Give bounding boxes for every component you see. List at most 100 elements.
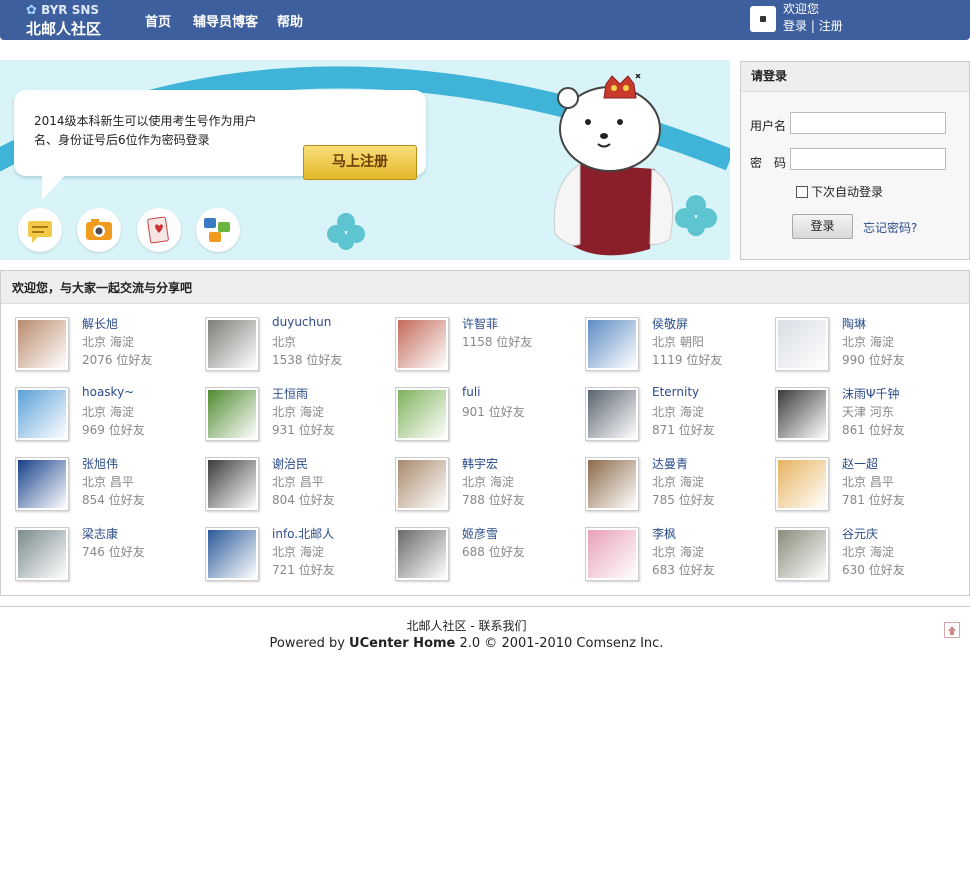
member-photo — [18, 390, 66, 438]
member-name-link[interactable]: 王恒雨 — [272, 385, 308, 402]
member-name-link[interactable]: info.北邮人 — [272, 525, 334, 542]
cards-icon[interactable] — [137, 208, 181, 252]
username-input[interactable] — [790, 112, 946, 134]
footer-divider — [0, 606, 970, 607]
forgot-password-link[interactable]: 忘记密码? — [863, 219, 917, 236]
member-name-link[interactable]: 谢治民 — [272, 455, 308, 472]
member-friend-count: 781 位好友 — [842, 493, 905, 507]
member-name-link[interactable]: 沫雨Ψ千钟 — [842, 385, 899, 402]
member-avatar[interactable] — [775, 457, 829, 511]
member-avatar[interactable] — [205, 527, 259, 581]
remember-me[interactable]: 下次自动登录 — [796, 183, 883, 200]
member-avatar[interactable] — [205, 317, 259, 371]
member-friend-count: 931 位好友 — [272, 423, 335, 437]
member-friend-count: 746 位好友 — [82, 545, 145, 559]
member-avatar[interactable] — [775, 387, 829, 441]
member-name-link[interactable]: 谷元庆 — [842, 525, 878, 542]
member-friend-count: 901 位好友 — [462, 405, 525, 419]
member-photo — [778, 460, 826, 508]
member-avatar[interactable] — [395, 457, 449, 511]
member-avatar[interactable] — [585, 457, 639, 511]
member-location: 北京 海淀 — [652, 475, 704, 489]
member-name-link[interactable]: 许智菲 — [462, 315, 498, 332]
member-avatar[interactable] — [205, 457, 259, 511]
member-photo — [208, 390, 256, 438]
member-name-link[interactable]: duyuchun — [272, 315, 331, 329]
member-name-link[interactable]: 韩宇宏 — [462, 455, 498, 472]
member-card: 许智菲 1158 位好友 — [395, 317, 575, 383]
member-card: duyuchun 北京 1538 位好友 — [205, 315, 385, 383]
member-avatar[interactable] — [585, 317, 639, 371]
member-avatar[interactable] — [775, 317, 829, 371]
member-name-link[interactable]: 陶琳 — [842, 315, 866, 332]
member-friend-count: 683 位好友 — [652, 563, 715, 577]
logo-bottom-text: 北邮人社区 — [26, 20, 102, 38]
member-friend-count: 721 位好友 — [272, 563, 335, 577]
camera-icon[interactable] — [77, 208, 121, 252]
login-button[interactable]: 登录 — [792, 214, 853, 239]
member-name-link[interactable]: 侯敬屏 — [652, 315, 688, 332]
promo-banner: 2014级本科新生可以使用考生号作为用户名、身份证号后6位作为密码登录 马上注册 — [0, 60, 730, 260]
login-title: 请登录 — [741, 62, 969, 92]
member-card: Eternity 北京 海淀 871 位好友 — [585, 385, 765, 453]
member-name-link[interactable]: 姬彦雪 — [462, 525, 498, 542]
member-name-link[interactable]: 达曼青 — [652, 455, 688, 472]
comment-icon[interactable] — [18, 208, 62, 252]
member-card: 姬彦雪 688 位好友 — [395, 527, 575, 593]
member-avatar[interactable] — [15, 527, 69, 581]
member-card: 达曼青 北京 海淀 785 位好友 — [585, 457, 765, 523]
member-avatar[interactable] — [15, 317, 69, 371]
member-avatar[interactable] — [205, 387, 259, 441]
member-avatar[interactable] — [395, 527, 449, 581]
nav-help[interactable]: 帮助 — [277, 11, 303, 30]
member-location: 北京 海淀 — [272, 405, 324, 419]
member-location: 北京 海淀 — [462, 475, 514, 489]
register-link[interactable]: 注册 — [819, 19, 843, 33]
member-name-link[interactable]: fuli — [462, 385, 481, 399]
member-name-link[interactable]: 赵一超 — [842, 455, 878, 472]
member-name-link[interactable]: 李枫 — [652, 525, 676, 542]
member-avatar[interactable] — [395, 387, 449, 441]
member-photo — [588, 530, 636, 578]
member-photo — [588, 390, 636, 438]
member-card: 谷元庆 北京 海淀 630 位好友 — [775, 527, 955, 593]
member-avatar[interactable] — [585, 527, 639, 581]
product-name[interactable]: UCenter Home — [349, 636, 455, 651]
member-name-link[interactable]: 解长旭 — [82, 315, 118, 332]
site-logo[interactable]: ✿ BYR SNS 北邮人社区 — [26, 3, 106, 38]
member-photo — [778, 320, 826, 368]
member-avatar[interactable] — [585, 387, 639, 441]
member-card: 李枫 北京 海淀 683 位好友 — [585, 527, 765, 593]
member-name-link[interactable]: 张旭伟 — [82, 455, 118, 472]
share-icon[interactable] — [196, 208, 240, 252]
nav-counselor-blog[interactable]: 辅导员博客 — [193, 11, 258, 30]
password-input[interactable] — [790, 148, 946, 170]
member-photo — [588, 320, 636, 368]
member-avatar[interactable] — [395, 317, 449, 371]
contact-us-link[interactable]: 联系我们 — [479, 619, 527, 633]
member-avatar[interactable] — [15, 387, 69, 441]
avatar[interactable] — [750, 6, 776, 32]
footer-links: 北邮人社区 - 联系我们 — [406, 619, 527, 633]
member-card: info.北邮人 北京 海淀 721 位好友 — [205, 527, 385, 593]
member-card: 解长旭 北京 海淀 2076 位好友 — [15, 317, 195, 383]
member-photo — [208, 530, 256, 578]
nav-home[interactable]: 首页 — [145, 11, 171, 30]
remember-checkbox[interactable] — [796, 186, 808, 198]
member-card: fuli 901 位好友 — [395, 385, 575, 453]
member-card: hoasky~ 北京 海淀 969 位好友 — [15, 385, 195, 453]
member-location: 北京 — [272, 335, 297, 349]
login-link[interactable]: 登录 — [783, 19, 807, 33]
back-to-top-icon[interactable] — [944, 622, 960, 638]
member-location: 北京 海淀 — [82, 405, 134, 419]
member-name-link[interactable]: 梁志康 — [82, 525, 118, 542]
footer-site-link[interactable]: 北邮人社区 — [406, 619, 466, 633]
member-avatar[interactable] — [775, 527, 829, 581]
member-avatar[interactable] — [15, 457, 69, 511]
member-friend-count: 630 位好友 — [842, 563, 905, 577]
member-name-link[interactable]: hoasky~ — [82, 385, 134, 399]
register-now-button[interactable]: 马上注册 — [303, 145, 417, 180]
member-name-link[interactable]: Eternity — [652, 385, 699, 399]
member-location: 天津 河东 — [842, 405, 894, 419]
member-friend-count: 788 位好友 — [462, 493, 525, 507]
